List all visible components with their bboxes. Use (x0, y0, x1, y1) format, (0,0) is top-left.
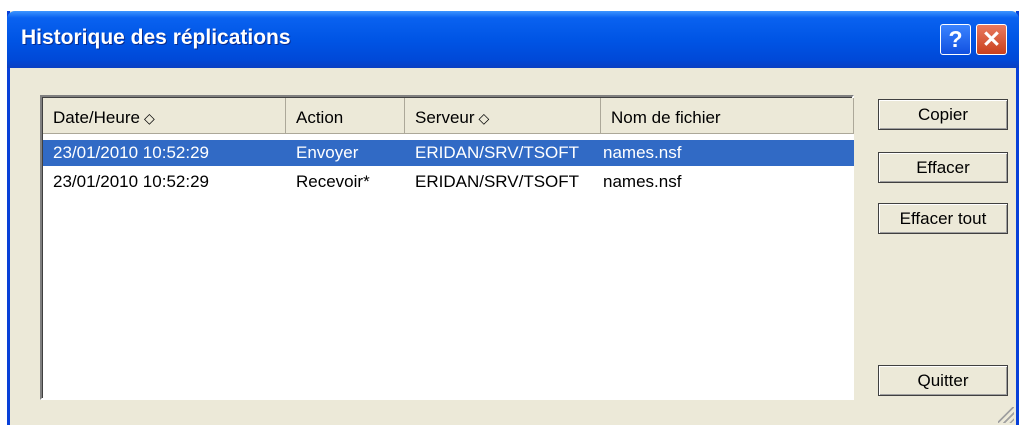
table-row[interactable]: 23/01/2010 10:52:29 Envoyer ERIDAN/SRV/T… (43, 140, 854, 166)
list-header: Date/Heure ◇ Action Serveur ◇ Nom de fichi… (43, 98, 854, 134)
column-header-filename[interactable]: Nom de fichier (601, 98, 854, 134)
dialog-title: Historique des réplications (21, 26, 291, 49)
copy-button[interactable]: Copier (878, 99, 1008, 130)
column-header-server-label: Serveur (415, 108, 475, 127)
list-inner: Date/Heure ◇ Action Serveur ◇ Nom de fichi… (42, 97, 854, 398)
row-action: Recevoir* (296, 172, 370, 191)
column-header-date[interactable]: Date/Heure ◇ (43, 98, 286, 134)
row-filename: names.nsf (603, 143, 682, 162)
title-bar[interactable]: Historique des réplications ? ✕ (7, 11, 1019, 68)
column-header-action-label: Action (296, 108, 344, 127)
row-action: Envoyer (296, 143, 359, 162)
help-button[interactable]: ? (940, 24, 971, 55)
column-header-action[interactable]: Action (286, 98, 405, 134)
column-header-filename-label: Nom de fichier (611, 108, 721, 127)
replication-list[interactable]: Date/Heure ◇ Action Serveur ◇ Nom de fichi… (40, 95, 854, 400)
table-row[interactable]: 23/01/2010 10:52:29 Recevoir* ERIDAN/SRV… (43, 169, 854, 195)
row-date: 23/01/2010 10:52:29 (53, 143, 209, 162)
close-button[interactable]: ✕ (976, 24, 1007, 55)
delete-button[interactable]: Effacer (878, 152, 1008, 183)
delete-all-button[interactable]: Effacer tout (878, 203, 1008, 234)
sort-icon: ◇ (143, 110, 155, 126)
row-server: ERIDAN/SRV/TSOFT (415, 172, 580, 191)
row-server: ERIDAN/SRV/TSOFT (415, 143, 580, 162)
quit-button[interactable]: Quitter (878, 365, 1008, 396)
resize-grip-icon[interactable] (998, 407, 1014, 423)
row-filename: names.nsf (603, 172, 682, 191)
row-date: 23/01/2010 10:52:29 (53, 172, 209, 191)
column-header-server[interactable]: Serveur ◇ (405, 98, 601, 134)
sort-icon: ◇ (478, 110, 490, 126)
column-header-date-label: Date/Heure (53, 108, 140, 127)
replication-history-dialog: Historique des réplications ? ✕ Date/Heu… (7, 11, 1019, 425)
